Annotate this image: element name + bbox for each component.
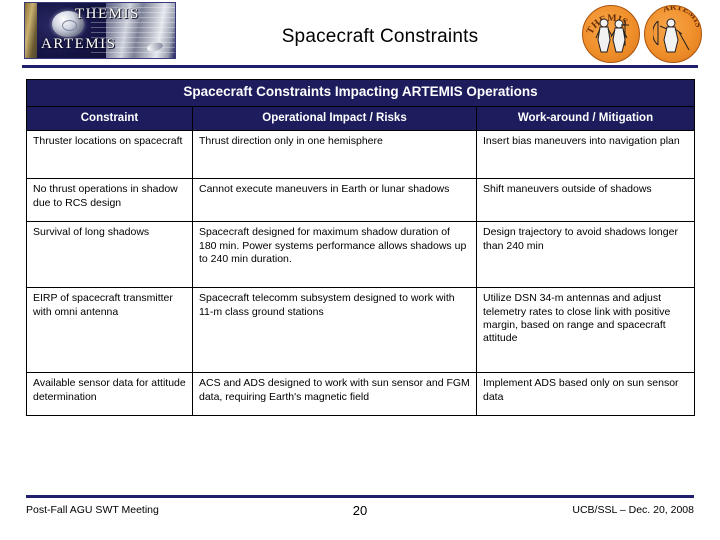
- column-header-impact: Operational Impact / Risks: [192, 105, 477, 132]
- cell-impact: Thrust direction only in one hemisphere: [192, 130, 477, 180]
- table-header-row: Constraint Operational Impact / Risks Wo…: [26, 105, 695, 132]
- page-title: Spacecraft Constraints: [281, 26, 479, 47]
- column-header-mitigation: Work-around / Mitigation: [476, 105, 695, 132]
- table-banner-row: Spacecraft Constraints Impacting ARTEMIS…: [26, 79, 695, 107]
- header-divider: [22, 65, 698, 68]
- themis-patch-figures: [591, 16, 631, 54]
- table-banner-title: Spacecraft Constraints Impacting ARTEMIS…: [26, 79, 695, 107]
- cell-constraint: Survival of long shadows: [26, 221, 193, 289]
- cell-constraint: EIRP of spacecraft transmitter with omni…: [26, 287, 193, 374]
- themis-mission-patch: THEMIS: [582, 5, 640, 63]
- themis-artemis-logo: THEMIS ARTEMIS: [24, 2, 176, 59]
- table-row: EIRP of spacecraft transmitter with omni…: [26, 287, 695, 374]
- artemis-mission-patch: ARTEMIS: [644, 5, 702, 63]
- cell-impact: Spacecraft telecomm subsystem designed t…: [192, 287, 477, 374]
- logo-themis-text: THEMIS: [75, 6, 140, 22]
- footer-divider: [26, 495, 694, 498]
- cell-mitigation: Implement ADS based only on sun sensor d…: [476, 372, 695, 417]
- footer-org-date: UCB/SSL – Dec. 20, 2008: [572, 504, 694, 516]
- cell-constraint: Thruster locations on spacecraft: [26, 130, 193, 180]
- table-row: Thruster locations on spacecraft Thrust …: [26, 130, 695, 180]
- cell-mitigation: Utilize DSN 34-m antennas and adjust tel…: [476, 287, 695, 374]
- cell-mitigation: Insert bias maneuvers into navigation pl…: [476, 130, 695, 180]
- cell-impact: Cannot execute maneuvers in Earth or lun…: [192, 178, 477, 223]
- table-row: Available sensor data for attitude deter…: [26, 372, 695, 417]
- spacecraft-constraints-table: Spacecraft Constraints Impacting ARTEMIS…: [26, 79, 695, 417]
- cell-impact: Spacecraft designed for maximum shadow d…: [192, 221, 477, 289]
- table-row: No thrust operations in shadow due to RC…: [26, 178, 695, 223]
- slide-header: THEMIS ARTEMIS Spacecraft Constraints TH…: [0, 0, 720, 68]
- slide-footer: Post-Fall AGU SWT Meeting 20 UCB/SSL – D…: [26, 502, 694, 518]
- cell-impact: ACS and ADS designed to work with sun se…: [192, 372, 477, 417]
- table-row: Survival of long shadows Spacecraft desi…: [26, 221, 695, 289]
- artemis-patch-figure: [653, 16, 693, 54]
- column-header-constraint: Constraint: [26, 105, 193, 132]
- logo-artemis-text: ARTEMIS: [41, 36, 117, 52]
- cell-mitigation: Design trajectory to avoid shadows longe…: [476, 221, 695, 289]
- cell-constraint: No thrust operations in shadow due to RC…: [26, 178, 193, 223]
- cell-mitigation: Shift maneuvers outside of shadows: [476, 178, 695, 223]
- cell-constraint: Available sensor data for attitude deter…: [26, 372, 193, 417]
- footer-meeting-label: Post-Fall AGU SWT Meeting: [26, 504, 159, 516]
